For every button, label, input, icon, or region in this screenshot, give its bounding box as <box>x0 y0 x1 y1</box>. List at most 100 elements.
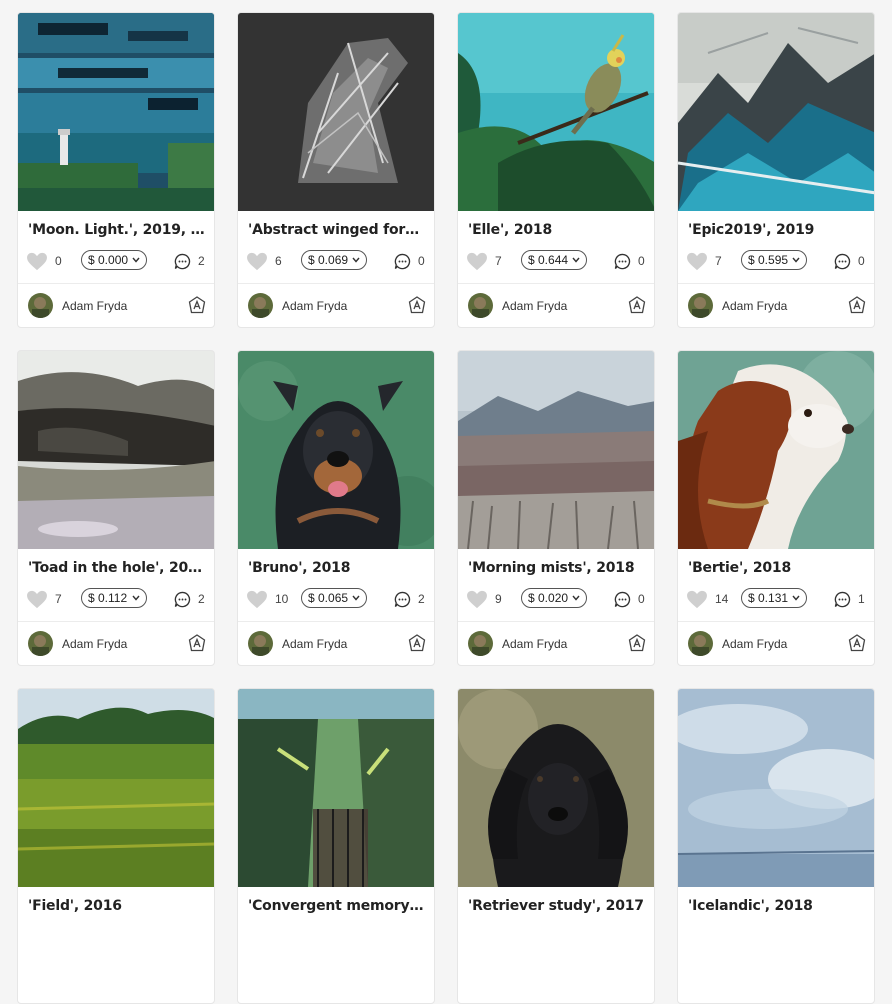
author-row[interactable]: Adam Fryda <box>468 293 646 319</box>
price-dropdown[interactable]: $ 0.644 <box>521 250 587 270</box>
artwork-thumbnail[interactable] <box>18 351 214 549</box>
divider <box>18 283 214 284</box>
artwork-card-epic2019[interactable]: 'Epic2019', 2019 7 $ 0.595 0 Adam Fryda <box>677 12 875 328</box>
comment-icon[interactable] <box>174 591 191 608</box>
artwork-thumbnail[interactable] <box>458 351 654 549</box>
like-count: 7 <box>715 254 722 268</box>
artwork-thumbnail[interactable] <box>18 689 214 887</box>
price-value: $ 0.065 <box>308 591 349 605</box>
artwork-stats: 9 $ 0.020 0 <box>466 587 648 611</box>
divider <box>678 621 874 622</box>
avatar[interactable] <box>468 631 493 656</box>
artwork-title[interactable]: 'Field', 2016 <box>28 898 206 914</box>
artwork-card-abstract-winged-form[interactable]: 'Abstract winged form ... 6 $ 0.069 0 Ad… <box>237 12 435 328</box>
heart-icon[interactable] <box>26 590 48 609</box>
artwork-stats: 7 $ 0.595 0 <box>686 249 868 273</box>
artwork-title[interactable]: 'Morning mists', 2018 <box>468 560 646 576</box>
comment-icon[interactable] <box>614 591 631 608</box>
author-row[interactable]: Adam Fryda <box>28 631 206 657</box>
comment-icon[interactable] <box>394 591 411 608</box>
avatar[interactable] <box>28 631 53 656</box>
author-row[interactable]: Adam Fryda <box>688 293 866 319</box>
price-dropdown[interactable]: $ 0.000 <box>81 250 147 270</box>
author-name[interactable]: Adam Fryda <box>282 299 347 313</box>
comment-count: 2 <box>198 592 205 606</box>
heart-icon[interactable] <box>246 252 268 271</box>
artwork-title[interactable]: 'Icelandic', 2018 <box>688 898 866 914</box>
comment-icon[interactable] <box>614 253 631 270</box>
artwork-title[interactable]: 'Retriever study', 2017 <box>468 898 646 914</box>
heart-icon[interactable] <box>466 252 488 271</box>
artwork-card-morning-mists[interactable]: 'Morning mists', 2018 9 $ 0.020 0 Adam F… <box>457 350 655 666</box>
author-name[interactable]: Adam Fryda <box>282 637 347 651</box>
artwork-thumbnail[interactable] <box>18 13 214 211</box>
artwork-card-retriever-study[interactable]: 'Retriever study', 2017 <box>457 688 655 1004</box>
artwork-card-field[interactable]: 'Field', 2016 <box>17 688 215 1004</box>
artwork-title[interactable]: 'Abstract winged form ... <box>248 222 426 238</box>
author-name[interactable]: Adam Fryda <box>62 637 127 651</box>
comment-icon[interactable] <box>174 253 191 270</box>
artwork-thumbnail[interactable] <box>678 13 874 211</box>
comment-icon[interactable] <box>394 253 411 270</box>
author-badge-icon <box>188 296 206 314</box>
avatar[interactable] <box>28 293 53 318</box>
artwork-thumbnail[interactable] <box>238 689 434 887</box>
chevron-down-icon <box>792 257 800 263</box>
heart-icon[interactable] <box>686 590 708 609</box>
artwork-title[interactable]: 'Bertie', 2018 <box>688 560 866 576</box>
price-dropdown[interactable]: $ 0.069 <box>301 250 367 270</box>
avatar[interactable] <box>688 293 713 318</box>
artwork-card-bruno[interactable]: 'Bruno', 2018 10 $ 0.065 2 Adam Fryda <box>237 350 435 666</box>
avatar[interactable] <box>248 293 273 318</box>
heart-icon[interactable] <box>26 252 48 271</box>
artwork-title[interactable]: 'Moon. Light.', 2019, Blu... <box>28 222 206 238</box>
artwork-card-icelandic[interactable]: 'Icelandic', 2018 <box>677 688 875 1004</box>
artwork-title[interactable]: 'Toad in the hole', 2016 <box>28 560 206 576</box>
like-count: 6 <box>275 254 282 268</box>
author-name[interactable]: Adam Fryda <box>62 299 127 313</box>
author-name[interactable]: Adam Fryda <box>722 299 787 313</box>
artwork-card-bertie[interactable]: 'Bertie', 2018 14 $ 0.131 1 Adam Fryda <box>677 350 875 666</box>
price-dropdown[interactable]: $ 0.131 <box>741 588 807 608</box>
artwork-thumbnail[interactable] <box>678 689 874 887</box>
artwork-title[interactable]: 'Epic2019', 2019 <box>688 222 866 238</box>
artwork-title[interactable]: 'Bruno', 2018 <box>248 560 426 576</box>
price-dropdown[interactable]: $ 0.020 <box>521 588 587 608</box>
author-row[interactable]: Adam Fryda <box>688 631 866 657</box>
price-dropdown[interactable]: $ 0.595 <box>741 250 807 270</box>
comment-count: 0 <box>858 254 865 268</box>
author-badge-icon <box>188 634 206 652</box>
artwork-stats: 7 $ 0.112 2 <box>26 587 208 611</box>
artwork-card-convergent-memory[interactable]: 'Convergent memory', ... <box>237 688 435 1004</box>
artwork-thumbnail[interactable] <box>458 689 654 887</box>
comment-icon[interactable] <box>834 253 851 270</box>
author-row[interactable]: Adam Fryda <box>248 293 426 319</box>
heart-icon[interactable] <box>246 590 268 609</box>
chevron-down-icon <box>572 257 580 263</box>
comment-icon[interactable] <box>834 591 851 608</box>
price-dropdown[interactable]: $ 0.065 <box>301 588 367 608</box>
artwork-thumbnail[interactable] <box>238 351 434 549</box>
artwork-thumbnail[interactable] <box>238 13 434 211</box>
artwork-title[interactable]: 'Convergent memory', ... <box>248 898 426 914</box>
avatar[interactable] <box>688 631 713 656</box>
heart-icon[interactable] <box>466 590 488 609</box>
author-name[interactable]: Adam Fryda <box>722 637 787 651</box>
author-name[interactable]: Adam Fryda <box>502 299 567 313</box>
artwork-title[interactable]: 'Elle', 2018 <box>468 222 646 238</box>
author-name[interactable]: Adam Fryda <box>502 637 567 651</box>
artwork-thumbnail[interactable] <box>678 351 874 549</box>
artwork-thumbnail[interactable] <box>458 13 654 211</box>
avatar[interactable] <box>468 293 493 318</box>
author-row[interactable]: Adam Fryda <box>248 631 426 657</box>
artwork-card-moon-light[interactable]: 'Moon. Light.', 2019, Blu... 0 $ 0.000 2… <box>17 12 215 328</box>
artwork-card-toad-in-the-hole[interactable]: 'Toad in the hole', 2016 7 $ 0.112 2 Ada… <box>17 350 215 666</box>
artwork-card-elle[interactable]: 'Elle', 2018 7 $ 0.644 0 Adam Fryda <box>457 12 655 328</box>
artwork-stats: 14 $ 0.131 1 <box>686 587 868 611</box>
author-row[interactable]: Adam Fryda <box>28 293 206 319</box>
avatar[interactable] <box>248 631 273 656</box>
heart-icon[interactable] <box>686 252 708 271</box>
divider <box>18 621 214 622</box>
author-row[interactable]: Adam Fryda <box>468 631 646 657</box>
price-dropdown[interactable]: $ 0.112 <box>81 588 147 608</box>
